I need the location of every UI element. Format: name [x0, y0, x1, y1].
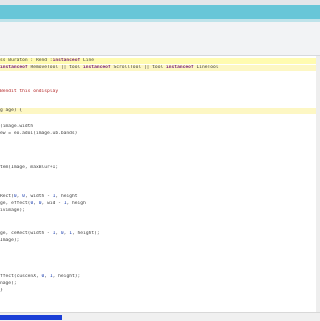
code-line[interactable]: Rect(0, 0, width - 1, height: [0, 194, 316, 200]
code-line[interactable]: (image.width: [0, 124, 316, 130]
code-line[interactable]: tem(Image, maxBlur+1;: [0, 165, 316, 171]
code-line[interactable]: ge, ceRect(width - 1, 0, 1, height);: [0, 231, 316, 237]
code-line-highlighted[interactable]: ss Buraton : Rend :instanceof Line: [0, 58, 316, 64]
code-text: (image.width: [0, 124, 34, 129]
code-line[interactable]: ew = eo.adoi(image.ub.bands): [0, 131, 316, 137]
code-line[interactable]: }: [0, 288, 316, 294]
code-text: , heigh: [66, 201, 86, 206]
code-keyword: instanceof: [0, 65, 28, 70]
code-line[interactable]: Image);: [0, 238, 316, 244]
code-text: RemoveTool || tool: [27, 65, 83, 70]
code-text: ge, ceRect(width -: [0, 231, 53, 236]
code-text: Rect(: [0, 194, 14, 199]
code-editor[interactable]: ss Buraton : Rend :instanceof Line insta…: [0, 56, 320, 312]
code-line-highlighted[interactable]: g age) {: [0, 108, 316, 114]
code-text: ss Buraton : Rend :: [0, 58, 53, 63]
code-line[interactable]: ffect(cuscenX, 0, 1, height);: [0, 274, 316, 280]
code-text: Line: [80, 58, 95, 63]
code-keyword: instanceof: [52, 58, 81, 63]
code-text: , height);: [52, 274, 81, 279]
code-text: , wid -: [41, 201, 64, 206]
top-panel: [0, 22, 320, 56]
code-text: ScrollTool || tool: [110, 65, 166, 70]
code-line-highlighted[interactable]: instanceof RemoveTool || tool instanceof…: [0, 65, 316, 71]
horizontal-scrollbar-thumb[interactable]: [0, 315, 62, 320]
code-text: , width -: [24, 194, 53, 199]
code-text: ew = eo.adoi(image.ub.bands): [0, 131, 78, 136]
code-line[interactable]: ivimage);: [0, 208, 316, 214]
code-line[interactable]: nage);: [0, 281, 316, 287]
code-text: LineTool: [193, 65, 219, 70]
code-line[interactable]: Bendit this ondisplay: [0, 89, 316, 95]
code-text: nage);: [0, 281, 17, 286]
code-keyword: instanceof: [83, 65, 111, 70]
code-text: , height: [55, 194, 78, 199]
code-text: ivimage);: [0, 208, 25, 213]
code-text: }: [0, 288, 3, 293]
code-text: ffect(cuscenX,: [0, 274, 42, 279]
code-string: Bendit this ondisplay: [0, 89, 59, 94]
code-text: , height);: [72, 231, 100, 236]
code-keyword: instanceof: [166, 65, 194, 70]
code-text: Image);: [0, 238, 20, 243]
code-text: ge, effect(: [0, 201, 31, 206]
code-text: g age) {: [0, 108, 23, 113]
vertical-scrollbar[interactable]: [316, 56, 320, 312]
code-text: tem(Image, maxBlur+1;: [0, 165, 59, 170]
toolbar: [0, 5, 320, 19]
code-line[interactable]: ge, effect(0, 0, wid - 1, heigh: [0, 201, 316, 207]
